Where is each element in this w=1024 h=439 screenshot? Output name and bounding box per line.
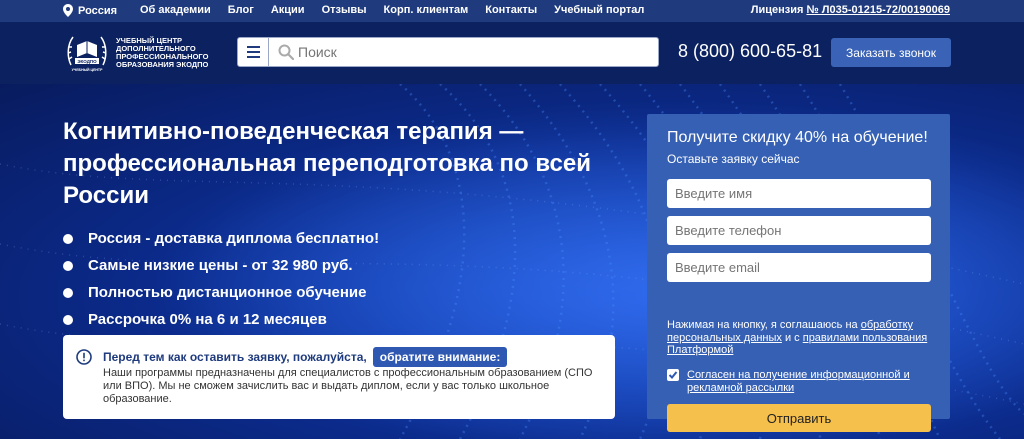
license-link[interactable]: № Л035-01215-72/00190069 — [806, 4, 950, 16]
phone-number[interactable]: 8 (800) 600-65-81 — [678, 41, 822, 62]
page-title: Когнитивно-поведенческая терапия — профе… — [63, 118, 591, 209]
license-info: Лицензия № Л035-01215-72/00190069 — [751, 4, 950, 16]
hamburger-line — [246, 51, 260, 53]
logo-emblem-icon: ЭКОДПО УЧЕБНЫЙ ЦЕНТР — [67, 36, 107, 72]
bullet-dot-icon — [63, 260, 73, 271]
hamburger-line — [246, 46, 260, 48]
bullet-dot-icon — [63, 314, 73, 325]
logo-emblem-bottom-text: УЧЕБНЫЙ ЦЕНТР — [72, 68, 103, 72]
top-bar: Россия Об академии Блог Акции Отзывы Кор… — [0, 0, 1024, 22]
order-call-button[interactable]: Заказать звонок — [831, 38, 951, 67]
nav-link-about[interactable]: Об академии — [140, 4, 211, 16]
license-label: Лицензия — [750, 4, 804, 16]
consent-label[interactable]: Согласен на получение информационной и р… — [687, 369, 927, 394]
location-selector[interactable]: Россия — [63, 4, 117, 17]
notice-heading-text: Перед тем как оставить заявку, пожалуйст… — [103, 350, 367, 364]
benefits-list: Россия - доставка диплома бесплатно! Сам… — [63, 225, 379, 333]
logo[interactable]: ЭКОДПО УЧЕБНЫЙ ЦЕНТР Учебный центр допол… — [63, 30, 218, 76]
agreement-prefix: Нажимая на кнопку, я соглашаюсь на — [667, 319, 861, 331]
search-input[interactable] — [298, 44, 638, 60]
hero-section: Когнитивно-поведенческая терапия — профе… — [0, 84, 1024, 439]
benefit-text: Самые низкие цены - от 32 980 руб. — [88, 257, 353, 274]
list-item: Полностью дистанционное обучение — [63, 279, 379, 306]
bullet-dot-icon — [63, 287, 73, 298]
submit-button[interactable]: Отправить — [667, 404, 931, 432]
checkmark-icon — [668, 371, 678, 379]
nav-link-blog[interactable]: Блог — [228, 4, 254, 16]
notice-box: Перед тем как оставить заявку, пожалуйст… — [63, 335, 615, 419]
agreement-text: Нажимая на кнопку, я соглашаюсь на обраб… — [667, 319, 937, 357]
list-item: Россия - доставка диплома бесплатно! — [63, 225, 379, 252]
notice-badge: обратите внимание: — [372, 347, 508, 367]
list-item: Самые низкие цены - от 32 980 руб. — [63, 252, 379, 279]
nav-link-contacts[interactable]: Контакты — [485, 4, 537, 16]
location-label: Россия — [78, 4, 118, 17]
agreement-mid: и с — [781, 331, 803, 344]
notice-heading: Перед тем как оставить заявку, пожалуйст… — [103, 347, 508, 367]
list-item: Рассрочка 0% на 6 и 12 месяцев — [63, 306, 379, 333]
menu-button[interactable] — [238, 38, 269, 66]
logo-text: Учебный центр дополнительного профессион… — [116, 36, 209, 69]
header: ЭКОДПО УЧЕБНЫЙ ЦЕНТР Учебный центр допол… — [0, 22, 1024, 84]
nav-link-portal[interactable]: Учебный портал — [554, 4, 644, 16]
search-icon — [278, 44, 294, 60]
hamburger-line — [246, 56, 260, 58]
logo-emblem-top-text: ЭКОДПО — [77, 59, 97, 64]
nav-link-promos[interactable]: Акции — [271, 4, 305, 16]
benefit-text: Россия - доставка диплома бесплатно! — [88, 230, 380, 247]
nav-link-reviews[interactable]: Отзывы — [322, 4, 367, 16]
search-bar — [237, 37, 659, 67]
email-field[interactable] — [667, 253, 931, 282]
form-subheading: Оставьте заявку сейчас — [667, 152, 800, 166]
nav-link-corporate[interactable]: Корп. клиентам — [384, 4, 469, 16]
consent-checkbox[interactable] — [667, 369, 679, 381]
consent-checkbox-row[interactable]: Согласен на получение информационной и р… — [667, 369, 927, 394]
top-nav: Об академии Блог Акции Отзывы Корп. клие… — [140, 4, 661, 16]
benefit-text: Рассрочка 0% на 6 и 12 месяцев — [88, 311, 327, 328]
phone-field[interactable] — [667, 216, 931, 245]
form-heading: Получите скидку 40% на обучение! — [667, 129, 928, 146]
notice-body: Наши программы предназначены для специал… — [103, 367, 593, 405]
signup-form: Получите скидку 40% на обучение! Оставьт… — [647, 114, 950, 432]
bullet-dot-icon — [63, 233, 73, 244]
benefit-text: Полностью дистанционное обучение — [88, 284, 367, 301]
info-icon — [76, 349, 92, 365]
map-pin-icon — [63, 4, 73, 17]
name-field[interactable] — [667, 179, 931, 208]
